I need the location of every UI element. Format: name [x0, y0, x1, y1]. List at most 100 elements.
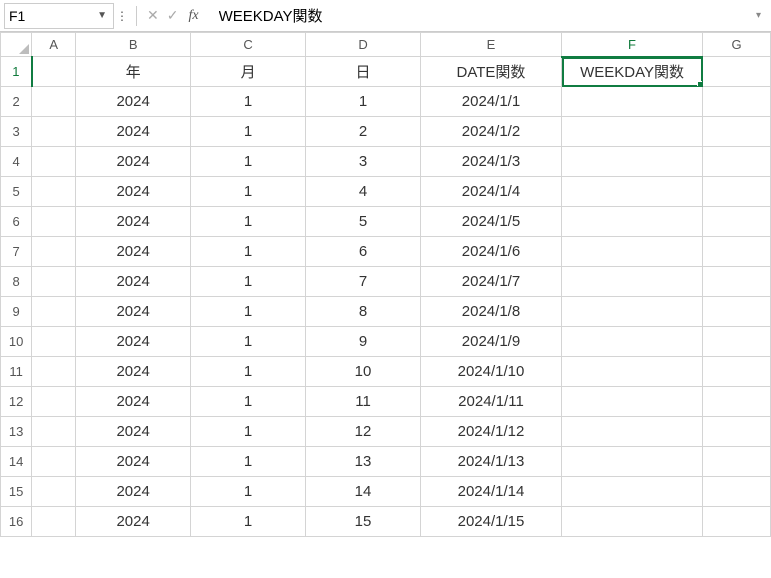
cell-D12[interactable]: 11 — [306, 387, 421, 417]
cell-D5[interactable]: 4 — [306, 177, 421, 207]
cell-E6[interactable]: 2024/1/5 — [420, 207, 561, 237]
cell-F13[interactable] — [562, 417, 703, 447]
cell-F3[interactable] — [562, 117, 703, 147]
cell-G9[interactable] — [703, 297, 771, 327]
cell-F8[interactable] — [562, 267, 703, 297]
cell-C8[interactable]: 1 — [191, 267, 306, 297]
column-header-F[interactable]: F — [562, 33, 703, 57]
cell-C13[interactable]: 1 — [191, 417, 306, 447]
cell-C1[interactable]: 月 — [191, 57, 306, 87]
cell-D9[interactable]: 8 — [306, 297, 421, 327]
cell-F1[interactable]: WEEKDAY関数 — [562, 57, 703, 87]
cell-E2[interactable]: 2024/1/1 — [420, 87, 561, 117]
cell-C12[interactable]: 1 — [191, 387, 306, 417]
cell-B8[interactable]: 2024 — [76, 267, 191, 297]
cell-E15[interactable]: 2024/1/14 — [420, 477, 561, 507]
cell-C3[interactable]: 1 — [191, 117, 306, 147]
cell-A12[interactable] — [32, 387, 76, 417]
cell-B1[interactable]: 年 — [76, 57, 191, 87]
cell-G11[interactable] — [703, 357, 771, 387]
cell-C7[interactable]: 1 — [191, 237, 306, 267]
cell-B14[interactable]: 2024 — [76, 447, 191, 477]
cell-D14[interactable]: 13 — [306, 447, 421, 477]
row-header-5[interactable]: 5 — [1, 177, 32, 207]
cell-E4[interactable]: 2024/1/3 — [420, 147, 561, 177]
column-header-A[interactable]: A — [32, 33, 76, 57]
cell-E9[interactable]: 2024/1/8 — [420, 297, 561, 327]
cell-G4[interactable] — [703, 147, 771, 177]
cell-D11[interactable]: 10 — [306, 357, 421, 387]
cell-C2[interactable]: 1 — [191, 87, 306, 117]
cell-F5[interactable] — [562, 177, 703, 207]
cell-G7[interactable] — [703, 237, 771, 267]
cell-B6[interactable]: 2024 — [76, 207, 191, 237]
cell-G13[interactable] — [703, 417, 771, 447]
cell-B2[interactable]: 2024 — [76, 87, 191, 117]
row-header-15[interactable]: 15 — [1, 477, 32, 507]
cell-D6[interactable]: 5 — [306, 207, 421, 237]
cell-D1[interactable]: 日 — [306, 57, 421, 87]
cell-E12[interactable]: 2024/1/11 — [420, 387, 561, 417]
row-header-6[interactable]: 6 — [1, 207, 32, 237]
cell-D3[interactable]: 2 — [306, 117, 421, 147]
cell-B12[interactable]: 2024 — [76, 387, 191, 417]
chevron-down-icon[interactable]: ▼ — [95, 10, 109, 21]
row-header-7[interactable]: 7 — [1, 237, 32, 267]
cell-E7[interactable]: 2024/1/6 — [420, 237, 561, 267]
cell-F16[interactable] — [562, 507, 703, 537]
vertical-dots-icon[interactable]: ⋮ — [114, 9, 130, 23]
cell-F4[interactable] — [562, 147, 703, 177]
cell-A11[interactable] — [32, 357, 76, 387]
cell-A7[interactable] — [32, 237, 76, 267]
cell-A1[interactable] — [32, 57, 76, 87]
cell-A10[interactable] — [32, 327, 76, 357]
cell-D10[interactable]: 9 — [306, 327, 421, 357]
cell-E1[interactable]: DATE関数 — [420, 57, 561, 87]
cell-B9[interactable]: 2024 — [76, 297, 191, 327]
row-header-13[interactable]: 13 — [1, 417, 32, 447]
cell-F11[interactable] — [562, 357, 703, 387]
cell-B4[interactable]: 2024 — [76, 147, 191, 177]
cell-F7[interactable] — [562, 237, 703, 267]
cell-E8[interactable]: 2024/1/7 — [420, 267, 561, 297]
row-header-12[interactable]: 12 — [1, 387, 32, 417]
cell-F9[interactable] — [562, 297, 703, 327]
row-header-16[interactable]: 16 — [1, 507, 32, 537]
cell-E14[interactable]: 2024/1/13 — [420, 447, 561, 477]
cell-D15[interactable]: 14 — [306, 477, 421, 507]
column-header-G[interactable]: G — [703, 33, 771, 57]
insert-function-button[interactable]: fx — [182, 8, 206, 24]
name-box-input[interactable] — [9, 8, 79, 24]
cell-E3[interactable]: 2024/1/2 — [420, 117, 561, 147]
cell-A13[interactable] — [32, 417, 76, 447]
cell-A4[interactable] — [32, 147, 76, 177]
cell-E16[interactable]: 2024/1/15 — [420, 507, 561, 537]
cell-F15[interactable] — [562, 477, 703, 507]
column-header-E[interactable]: E — [420, 33, 561, 57]
expand-formula-bar-button[interactable]: ▾ — [750, 10, 767, 21]
cell-D16[interactable]: 15 — [306, 507, 421, 537]
cell-A3[interactable] — [32, 117, 76, 147]
cell-C14[interactable]: 1 — [191, 447, 306, 477]
cell-A6[interactable] — [32, 207, 76, 237]
row-header-8[interactable]: 8 — [1, 267, 32, 297]
cell-C4[interactable]: 1 — [191, 147, 306, 177]
row-header-1[interactable]: 1 — [1, 57, 32, 87]
cell-C11[interactable]: 1 — [191, 357, 306, 387]
cell-D7[interactable]: 6 — [306, 237, 421, 267]
cell-A2[interactable] — [32, 87, 76, 117]
cell-B13[interactable]: 2024 — [76, 417, 191, 447]
cell-G1[interactable] — [703, 57, 771, 87]
cell-G10[interactable] — [703, 327, 771, 357]
cell-E11[interactable]: 2024/1/10 — [420, 357, 561, 387]
cell-G15[interactable] — [703, 477, 771, 507]
cell-B10[interactable]: 2024 — [76, 327, 191, 357]
cell-D4[interactable]: 3 — [306, 147, 421, 177]
cell-B15[interactable]: 2024 — [76, 477, 191, 507]
row-header-11[interactable]: 11 — [1, 357, 32, 387]
cell-C15[interactable]: 1 — [191, 477, 306, 507]
column-header-C[interactable]: C — [191, 33, 306, 57]
row-header-4[interactable]: 4 — [1, 147, 32, 177]
cell-F10[interactable] — [562, 327, 703, 357]
cell-A5[interactable] — [32, 177, 76, 207]
